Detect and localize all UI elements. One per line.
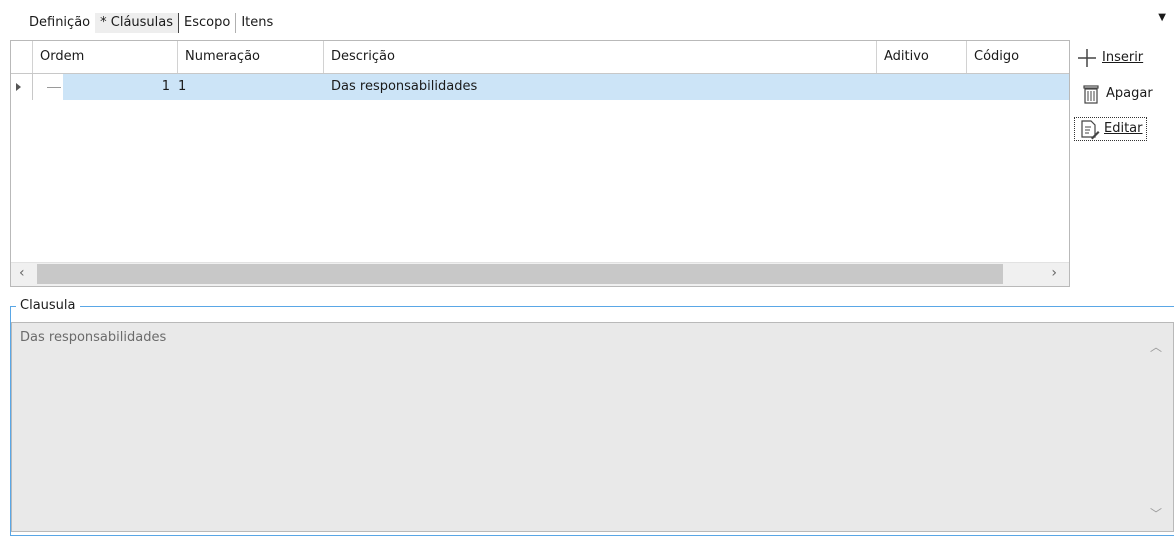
scroll-up-icon[interactable]: ︿ bbox=[1150, 338, 1162, 355]
col-ordem-header[interactable]: Ordem bbox=[33, 41, 178, 73]
cell-aditivo[interactable] bbox=[877, 74, 967, 100]
cell-ordem[interactable]: 1 bbox=[33, 74, 178, 100]
scrollbar-thumb[interactable] bbox=[37, 264, 1003, 284]
insert-label: Inserir bbox=[1102, 50, 1144, 65]
col-aditivo-header[interactable]: Aditivo bbox=[877, 41, 967, 73]
edit-label: Editar bbox=[1104, 121, 1143, 136]
tab-definicao[interactable]: Definição bbox=[24, 13, 95, 33]
delete-label: Apagar bbox=[1106, 86, 1153, 101]
tab-itens[interactable]: Itens bbox=[235, 13, 278, 33]
tab-escopo[interactable]: Escopo bbox=[179, 13, 235, 33]
tab-clausulas[interactable]: * Cláusulas bbox=[95, 13, 180, 33]
tab-strip: Definição * Cláusulas Escopo Itens bbox=[24, 12, 278, 34]
cell-codigo[interactable] bbox=[967, 74, 1069, 100]
row-indicator-header bbox=[11, 41, 33, 73]
col-descricao-header[interactable]: Descrição bbox=[324, 41, 877, 73]
clause-text-area[interactable]: Das responsabilidades bbox=[11, 322, 1174, 532]
insert-button[interactable]: Inserir bbox=[1076, 46, 1143, 70]
row-indicator bbox=[11, 74, 33, 100]
scroll-right-icon[interactable]: › bbox=[1051, 265, 1057, 281]
grid-header: Ordem Numeração Descrição Aditivo Código bbox=[11, 41, 1069, 74]
edit-button[interactable]: Editar bbox=[1074, 117, 1147, 141]
clauses-grid: Ordem Numeração Descrição Aditivo Código… bbox=[10, 40, 1070, 287]
delete-button[interactable]: Apagar bbox=[1080, 82, 1153, 106]
cell-numeracao[interactable]: 1 bbox=[178, 74, 324, 100]
tabs-dropdown-icon[interactable]: ▼ bbox=[1158, 12, 1166, 23]
clause-group-title: Clausula bbox=[16, 296, 80, 316]
table-row[interactable]: 1 1 Das responsabilidades bbox=[11, 74, 1069, 100]
horizontal-scrollbar[interactable]: ‹ › bbox=[11, 262, 1069, 286]
col-codigo-header[interactable]: Código bbox=[967, 41, 1069, 73]
col-numeracao-header[interactable]: Numeração bbox=[178, 41, 324, 73]
plus-icon bbox=[1078, 49, 1096, 67]
edit-document-icon bbox=[1081, 120, 1100, 140]
scroll-left-icon[interactable]: ‹ bbox=[19, 265, 25, 281]
current-row-icon bbox=[16, 83, 21, 91]
cell-descricao[interactable]: Das responsabilidades bbox=[324, 74, 877, 100]
scroll-down-icon[interactable]: ﹀ bbox=[1150, 505, 1162, 522]
trash-icon bbox=[1083, 85, 1099, 104]
